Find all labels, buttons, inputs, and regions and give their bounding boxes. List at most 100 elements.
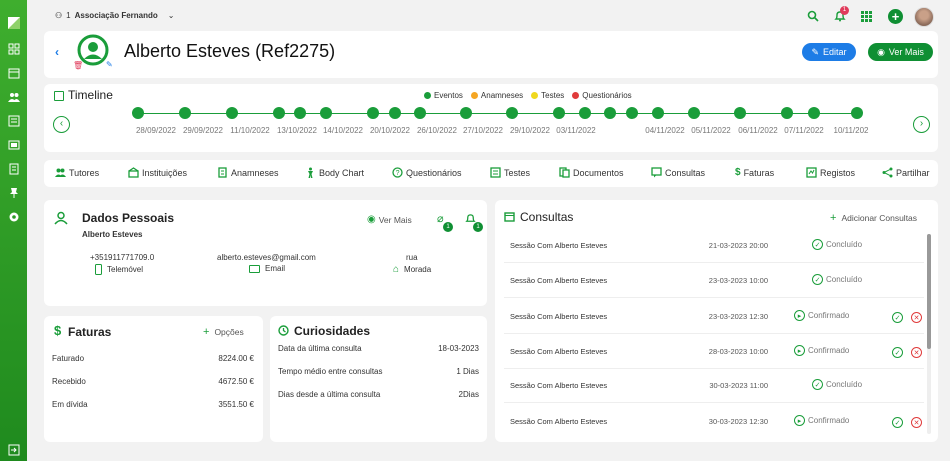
tab-documentos[interactable]: Documentos	[559, 167, 624, 178]
add-circle-icon[interactable]: +	[888, 9, 903, 24]
dollar-icon: $	[735, 167, 741, 178]
consult-session: Sessão Com Alberto Esteves	[510, 417, 608, 426]
timeline-event-dot[interactable]	[506, 107, 518, 119]
tab-consultas[interactable]: Consultas	[651, 167, 705, 178]
tab-faturas[interactable]: $ Faturas	[735, 167, 774, 178]
reject-icon[interactable]: ✕	[911, 347, 922, 358]
consult-status-label: Confirmado	[808, 346, 850, 355]
consults-scrollbar[interactable]	[927, 234, 931, 434]
add-consult-button[interactable]: + Adicionar Consultas	[830, 212, 917, 224]
accept-icon[interactable]: ✓	[892, 417, 903, 428]
timeline-event-dot[interactable]	[734, 107, 746, 119]
dashboard-icon[interactable]	[7, 42, 20, 55]
accept-icon[interactable]: ✓	[892, 312, 903, 323]
consult-row[interactable]: Sessão Com Alberto Esteves 30-03-2023 11…	[504, 373, 924, 403]
svg-text:?: ?	[396, 170, 400, 177]
edit-button[interactable]: ✎ Editar	[802, 43, 856, 61]
tab-label: Anamneses	[231, 167, 279, 178]
timeline-event-dot[interactable]	[226, 107, 238, 119]
timeline-event-dot[interactable]	[294, 107, 306, 119]
reject-icon[interactable]: ✕	[911, 417, 922, 428]
timeline-event-dot[interactable]	[460, 107, 472, 119]
timeline-event-dot[interactable]	[851, 107, 863, 119]
reject-icon[interactable]: ✕	[911, 312, 922, 323]
consult-row[interactable]: Sessão Com Alberto Esteves 30-03-2023 12…	[504, 409, 924, 439]
tab-testes[interactable]: Testes	[490, 167, 530, 178]
pin-icon[interactable]	[7, 186, 20, 199]
tab-anamneses[interactable]: Anamneses	[217, 167, 279, 178]
timeline-event-dot[interactable]	[320, 107, 332, 119]
consult-status-label: Concluído	[826, 240, 863, 249]
timeline-next-button[interactable]: ›	[913, 116, 930, 133]
timeline-event-dot[interactable]	[781, 107, 793, 119]
timeline-event-dot[interactable]	[132, 107, 144, 119]
tab-partilhar[interactable]: Partilhar	[882, 167, 930, 178]
avatar[interactable]	[914, 7, 934, 27]
invoices-options-label: Opções	[214, 327, 244, 337]
timeline-event-dot[interactable]	[808, 107, 820, 119]
users-icon[interactable]	[7, 90, 20, 103]
documents-icon[interactable]	[7, 162, 20, 175]
consult-row[interactable]: Sessão Com Alberto Esteves 23-03-2023 10…	[504, 268, 924, 298]
timeline-event-dot[interactable]	[367, 107, 379, 119]
tab-label: Faturas	[743, 167, 775, 178]
timeline-event-dot[interactable]	[626, 107, 638, 119]
scrollbar-thumb[interactable]	[927, 234, 931, 349]
tab-instituicoes[interactable]: Instituições	[128, 167, 187, 178]
tab-questionarios[interactable]: ? Questionários	[392, 167, 462, 178]
legend-label: Testes	[541, 91, 565, 100]
accept-icon[interactable]: ✓	[892, 347, 903, 358]
timeline-event-dot[interactable]	[553, 107, 565, 119]
invoices-options-button[interactable]: + Opções	[203, 326, 244, 338]
settings-icon[interactable]	[7, 210, 20, 223]
consults-title: Consultas	[520, 210, 574, 224]
timeline-event-dot[interactable]	[273, 107, 285, 119]
org-name: Associação Fernando	[74, 11, 158, 20]
curiosities-title: Curiosidades	[294, 324, 371, 338]
billing-icon[interactable]	[7, 138, 20, 151]
consult-session: Sessão Com Alberto Esteves	[510, 381, 608, 390]
play-circle-icon: ▸	[794, 345, 805, 356]
consult-row[interactable]: Sessão Com Alberto Esteves 23-03-2023 12…	[504, 304, 924, 334]
personal-view-more[interactable]: ◉ Ver Mais	[367, 214, 412, 225]
notification-badge: 1	[840, 6, 849, 15]
view-more-button[interactable]: ◉ Ver Mais	[868, 43, 933, 61]
delete-icon[interactable]: 🗑	[73, 61, 83, 70]
org-index: 1	[66, 11, 71, 20]
consult-status: ▸ Confirmado	[794, 345, 849, 356]
logo-icon[interactable]	[7, 16, 20, 29]
timeline-event-dot[interactable]	[414, 107, 426, 119]
tab-registos[interactable]: Registos	[806, 167, 855, 178]
records-icon[interactable]	[7, 114, 20, 127]
timeline-legend: Eventos Anamneses Testes Questionários	[424, 91, 632, 100]
check-circle-icon: ✓	[812, 379, 823, 390]
legend-questionarios: Questionários	[572, 91, 632, 100]
consult-row[interactable]: Sessão Com Alberto Esteves 21-03-2023 20…	[504, 233, 924, 263]
back-chevron-icon[interactable]: ‹	[55, 45, 59, 59]
org-selector[interactable]: ⚇ 1 Associação Fernando ⌄	[55, 11, 174, 20]
attachment-icon[interactable]: ⌀	[437, 212, 444, 225]
invoice-label: Faturado	[52, 354, 85, 363]
timeline-event-dot[interactable]	[389, 107, 401, 119]
calendar-icon[interactable]	[7, 66, 20, 79]
timeline-prev-button[interactable]: ‹	[53, 116, 70, 133]
timeline-event-dot[interactable]	[579, 107, 591, 119]
timeline-event-dot[interactable]	[688, 107, 700, 119]
timeline-event-dot[interactable]	[604, 107, 616, 119]
search-icon[interactable]	[807, 10, 819, 22]
edit-pencil-icon[interactable]: ✎	[106, 60, 113, 69]
address-field: ⌂ Morada	[393, 264, 431, 275]
tab-body-chart[interactable]: Body Chart	[305, 167, 364, 178]
consult-row[interactable]: Sessão Com Alberto Esteves 28-03-2023 10…	[504, 339, 924, 369]
edit-button-label: Editar	[823, 47, 847, 57]
timeline-event-dot[interactable]	[179, 107, 191, 119]
tab-tutores[interactable]: Tutores	[55, 167, 99, 178]
logout-icon[interactable]	[7, 443, 20, 456]
email-value: alberto.esteves@gmail.com	[217, 253, 316, 262]
consult-status: ▸ Confirmado	[794, 415, 849, 426]
history-icon	[278, 325, 289, 336]
timeline-event-dot[interactable]	[652, 107, 664, 119]
play-circle-icon: ▸	[794, 415, 805, 426]
legend-anamneses: Anamneses	[470, 91, 523, 100]
apps-grid-icon[interactable]	[861, 11, 872, 22]
